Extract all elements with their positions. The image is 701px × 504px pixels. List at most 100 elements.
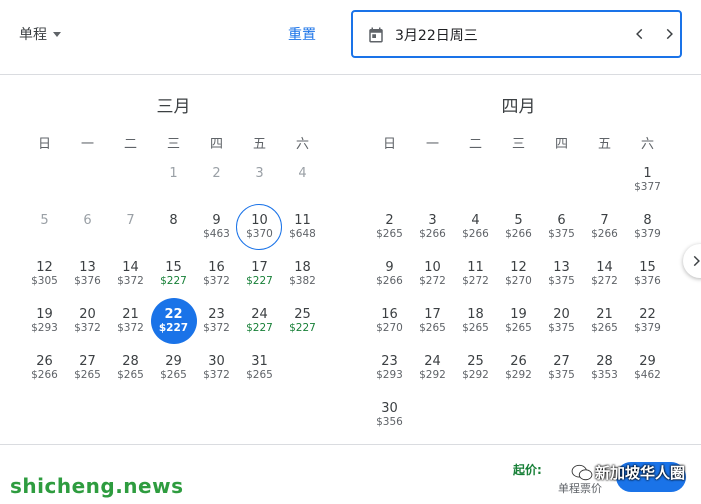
day-number: 7 (600, 213, 609, 228)
watermark-overlay: 新加坡华人圈 (571, 462, 685, 483)
day-price: $292 (419, 369, 446, 381)
day-price: $265 (591, 322, 618, 334)
top-bar: 单程 重置 3月22日周三 (0, 0, 701, 75)
day-cell[interactable]: 20 $375 (540, 298, 583, 345)
day-number: 22 (164, 307, 183, 322)
day-cell[interactable]: 3 $266 (411, 204, 454, 251)
day-number: 2 (385, 213, 394, 228)
day-cell[interactable]: 19 $265 (497, 298, 540, 345)
day-price: $372 (203, 369, 230, 381)
day-cell[interactable]: 9 $463 (195, 204, 238, 251)
day-cell[interactable]: 31 $265 (238, 345, 281, 392)
day-cell[interactable]: 5 $266 (497, 204, 540, 251)
previous-date-button[interactable] (629, 23, 651, 45)
empty-cell (411, 157, 454, 204)
day-price: $305 (31, 275, 58, 287)
day-cell[interactable]: 16 $270 (368, 298, 411, 345)
day-cell[interactable]: 26 $266 (23, 345, 66, 392)
day-cell[interactable]: 4 $266 (454, 204, 497, 251)
trip-type-dropdown[interactable]: 单程 (19, 24, 61, 44)
day-cell[interactable]: 2 $265 (368, 204, 411, 251)
day-number: 3 (255, 166, 264, 181)
day-cell[interactable]: 21 $372 (109, 298, 152, 345)
day-number: 11 (294, 213, 311, 228)
weekday-label: 六 (295, 137, 309, 152)
next-month-button[interactable] (683, 244, 701, 278)
day-cell[interactable]: 29 $462 (626, 345, 669, 392)
month-april: 四月 日一二三四五六 1 $377 2 $265 3 $266 4 $266 5 $266 6 $37… (368, 95, 678, 428)
day-cell: 2 (195, 157, 238, 204)
day-cell[interactable]: 27 $375 (540, 345, 583, 392)
watermark-name: 新加坡华人圈 (595, 464, 686, 482)
day-cell[interactable]: 6 $375 (540, 204, 583, 251)
day-price: $353 (591, 369, 618, 381)
day-cell[interactable]: 27 $265 (66, 345, 109, 392)
day-price: $377 (634, 181, 661, 193)
day-number: 28 (122, 354, 139, 369)
day-cell[interactable]: 8 (152, 204, 195, 251)
day-cell[interactable]: 11 $648 (281, 204, 324, 251)
weekday-label: 五 (252, 137, 266, 152)
day-cell[interactable]: 18 $382 (281, 251, 324, 298)
empty-cell (23, 157, 66, 204)
day-cell[interactable]: 29 $265 (152, 345, 195, 392)
weekday-header: 日一二三四五六 (23, 133, 324, 152)
day-number: 24 (251, 307, 268, 322)
day-price: $265 (74, 369, 101, 381)
day-number: 1 (169, 166, 178, 181)
day-cell[interactable]: 10 $272 (411, 251, 454, 298)
month-title: 四月 (501, 97, 536, 117)
day-cell[interactable]: 25 $292 (454, 345, 497, 392)
reset-button[interactable]: 重置 (288, 24, 316, 44)
day-cell[interactable]: 19 $293 (23, 298, 66, 345)
day-cell[interactable]: 14 $272 (583, 251, 626, 298)
day-cell[interactable]: 30 $356 (368, 392, 411, 439)
day-cell[interactable]: 23 $372 (195, 298, 238, 345)
day-cell[interactable]: 12 $305 (23, 251, 66, 298)
next-date-button[interactable] (658, 23, 680, 45)
day-cell[interactable]: 8 $379 (626, 204, 669, 251)
day-cell[interactable]: 17 $265 (411, 298, 454, 345)
day-cell[interactable]: 21 $265 (583, 298, 626, 345)
caret-down-icon (53, 31, 61, 37)
day-cell[interactable]: 24 $292 (411, 345, 454, 392)
day-cell[interactable]: 18 $265 (454, 298, 497, 345)
day-cell[interactable]: 15 $376 (626, 251, 669, 298)
day-cell[interactable]: 11 $272 (454, 251, 497, 298)
day-cell[interactable]: 15 $227 (152, 251, 195, 298)
day-cell[interactable]: 14 $372 (109, 251, 152, 298)
day-cell[interactable]: 1 $377 (626, 157, 669, 204)
day-price: $272 (591, 275, 618, 287)
day-cell[interactable]: 9 $266 (368, 251, 411, 298)
day-price: $648 (289, 228, 316, 240)
day-cell[interactable]: 7 $266 (583, 204, 626, 251)
weekday-label: 三 (511, 137, 525, 152)
empty-cell (583, 157, 626, 204)
day-cell[interactable]: 12 $270 (497, 251, 540, 298)
day-price: $227 (246, 275, 273, 287)
day-cell[interactable]: 10 $370 (236, 204, 282, 251)
day-cell[interactable]: 13 $376 (66, 251, 109, 298)
day-cell[interactable]: 22 $227 (151, 298, 197, 345)
day-cell[interactable]: 26 $292 (497, 345, 540, 392)
date-input[interactable]: 3月22日周三 (351, 10, 682, 58)
day-number: 4 (471, 213, 480, 228)
day-number: 16 (208, 260, 225, 275)
day-cell[interactable]: 22 $379 (626, 298, 669, 345)
day-cell[interactable]: 24 $227 (238, 298, 281, 345)
day-cell[interactable]: 16 $372 (195, 251, 238, 298)
day-cell[interactable]: 20 $372 (66, 298, 109, 345)
day-cell[interactable]: 28 $353 (583, 345, 626, 392)
day-cell[interactable]: 13 $375 (540, 251, 583, 298)
day-price: $370 (246, 228, 273, 240)
day-price: $292 (462, 369, 489, 381)
day-cell[interactable]: 28 $265 (109, 345, 152, 392)
day-cell[interactable]: 17 $227 (238, 251, 281, 298)
day-number: 20 (553, 307, 570, 322)
day-price: $376 (634, 275, 661, 287)
day-number: 23 (208, 307, 225, 322)
day-cell[interactable]: 25 $227 (281, 298, 324, 345)
day-number: 23 (381, 354, 398, 369)
day-cell[interactable]: 30 $372 (195, 345, 238, 392)
day-cell[interactable]: 23 $293 (368, 345, 411, 392)
